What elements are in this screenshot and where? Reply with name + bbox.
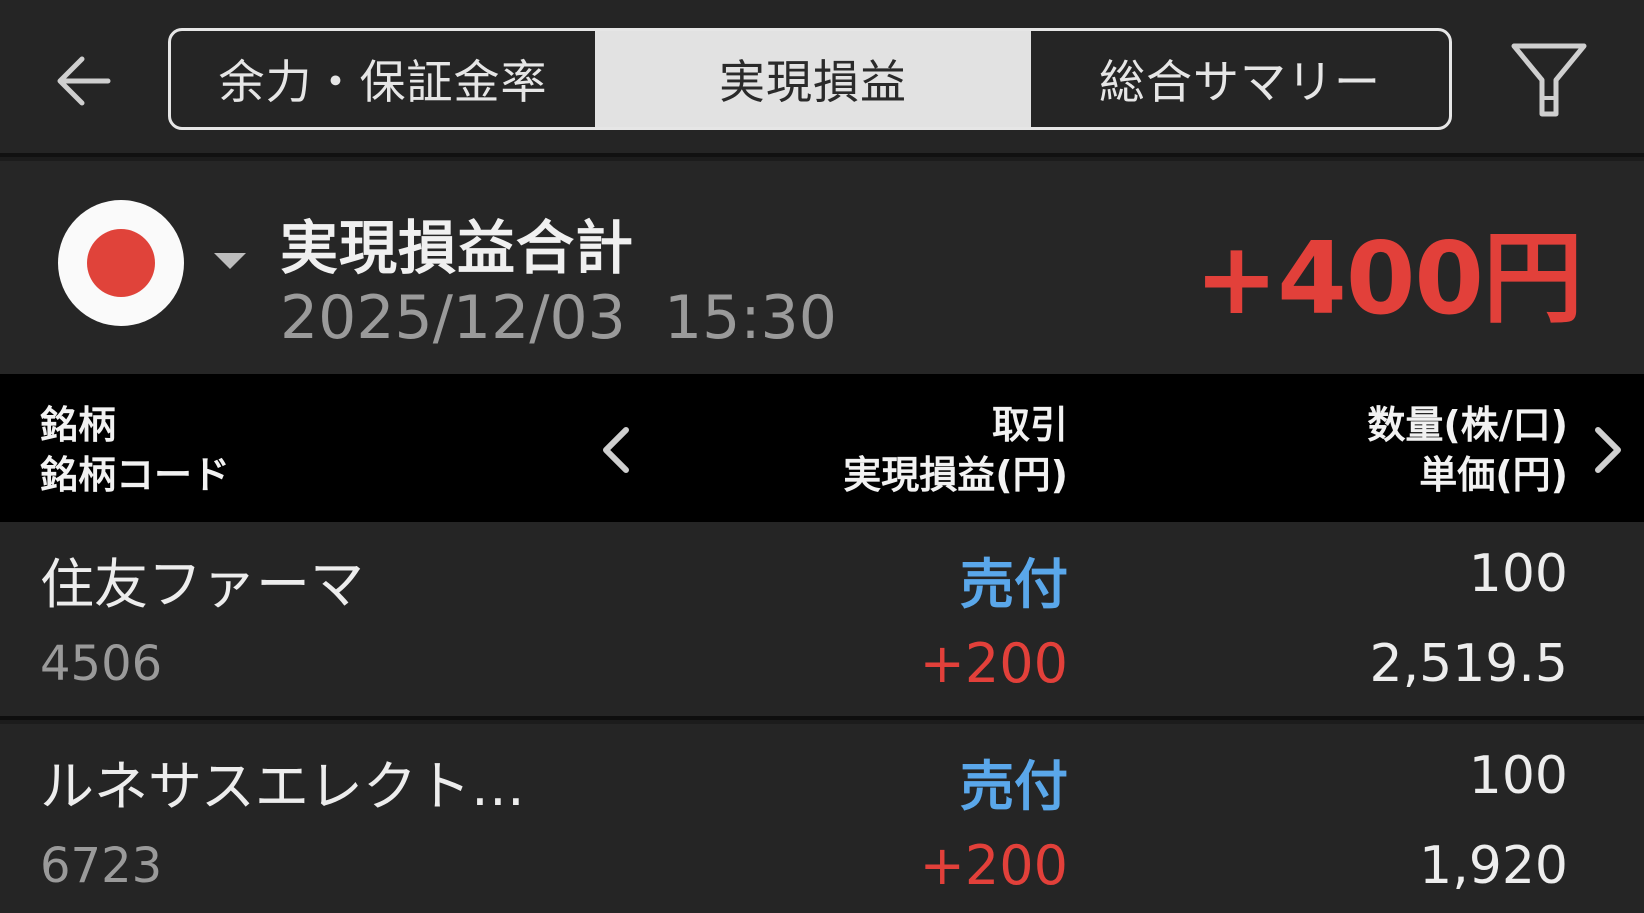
stock-code: 4506 [40, 636, 163, 692]
header-bar: 余力・保証金率 実現損益 総合サマリー [0, 0, 1644, 157]
realized-pl: +200 [919, 632, 1068, 695]
market-selector[interactable] [58, 200, 184, 326]
table-row[interactable]: ルネサスエレクト… 6723 売付 +200 100 1,920 [0, 724, 1644, 913]
chevron-left-icon[interactable] [596, 424, 636, 476]
column-label-quantity: 数量(株/口) [1367, 403, 1568, 447]
quantity: 100 [1468, 746, 1568, 806]
pl-summary: 実現損益合計 2025/12/03 15:30 +400円 [0, 161, 1644, 374]
trade-type: 売付 [960, 755, 1068, 818]
column-header-trade: 取引 実現損益(円) [843, 400, 1068, 500]
tab-realized-pl[interactable]: 実現損益 [595, 31, 1031, 127]
caret-down-icon[interactable] [212, 249, 248, 273]
column-label-symbol-code: 銘柄コード [40, 453, 231, 497]
stock-name: 住友ファーマ [40, 553, 364, 616]
realized-pl-screen: 余力・保証金率 実現損益 総合サマリー 実現損益合計 2025/12/03 15… [0, 0, 1644, 913]
stock-code: 6723 [40, 838, 163, 894]
column-header-quantity: 数量(株/口) 単価(円) [1367, 400, 1568, 500]
tab-summary[interactable]: 総合サマリー [1031, 31, 1449, 127]
filter-button[interactable] [1506, 38, 1592, 124]
stock-name: ルネサスエレクト… [40, 755, 525, 818]
segmented-tabs: 余力・保証金率 実現損益 総合サマリー [168, 28, 1452, 130]
column-header: 銘柄 銘柄コード 取引 実現損益(円) 数量(株/口) 単価(円) [0, 374, 1644, 522]
realized-pl: +200 [919, 834, 1068, 897]
chevron-right-icon[interactable] [1588, 424, 1628, 476]
filter-icon [1511, 43, 1587, 117]
tab-margin-ratio[interactable]: 余力・保証金率 [171, 31, 595, 127]
japan-flag-icon [87, 229, 155, 297]
unit-price: 2,519.5 [1369, 634, 1568, 694]
arrow-left-icon [57, 56, 111, 106]
column-label-symbol: 銘柄 [40, 403, 117, 447]
column-label-trade: 取引 [991, 403, 1068, 447]
unit-price: 1,920 [1419, 836, 1568, 896]
summary-datetime: 2025/12/03 15:30 [280, 283, 837, 353]
column-label-realized-pl: 実現損益(円) [843, 453, 1068, 497]
summary-title: 実現損益合計 [280, 214, 635, 282]
quantity: 100 [1468, 544, 1568, 604]
back-button[interactable] [48, 45, 120, 117]
trade-type: 売付 [960, 553, 1068, 616]
table-row[interactable]: 住友ファーマ 4506 売付 +200 100 2,519.5 [0, 522, 1644, 720]
summary-total-value: +400円 [1194, 220, 1583, 337]
column-header-symbol: 銘柄 銘柄コード [40, 400, 230, 500]
column-label-unit-price: 単価(円) [1419, 453, 1568, 497]
